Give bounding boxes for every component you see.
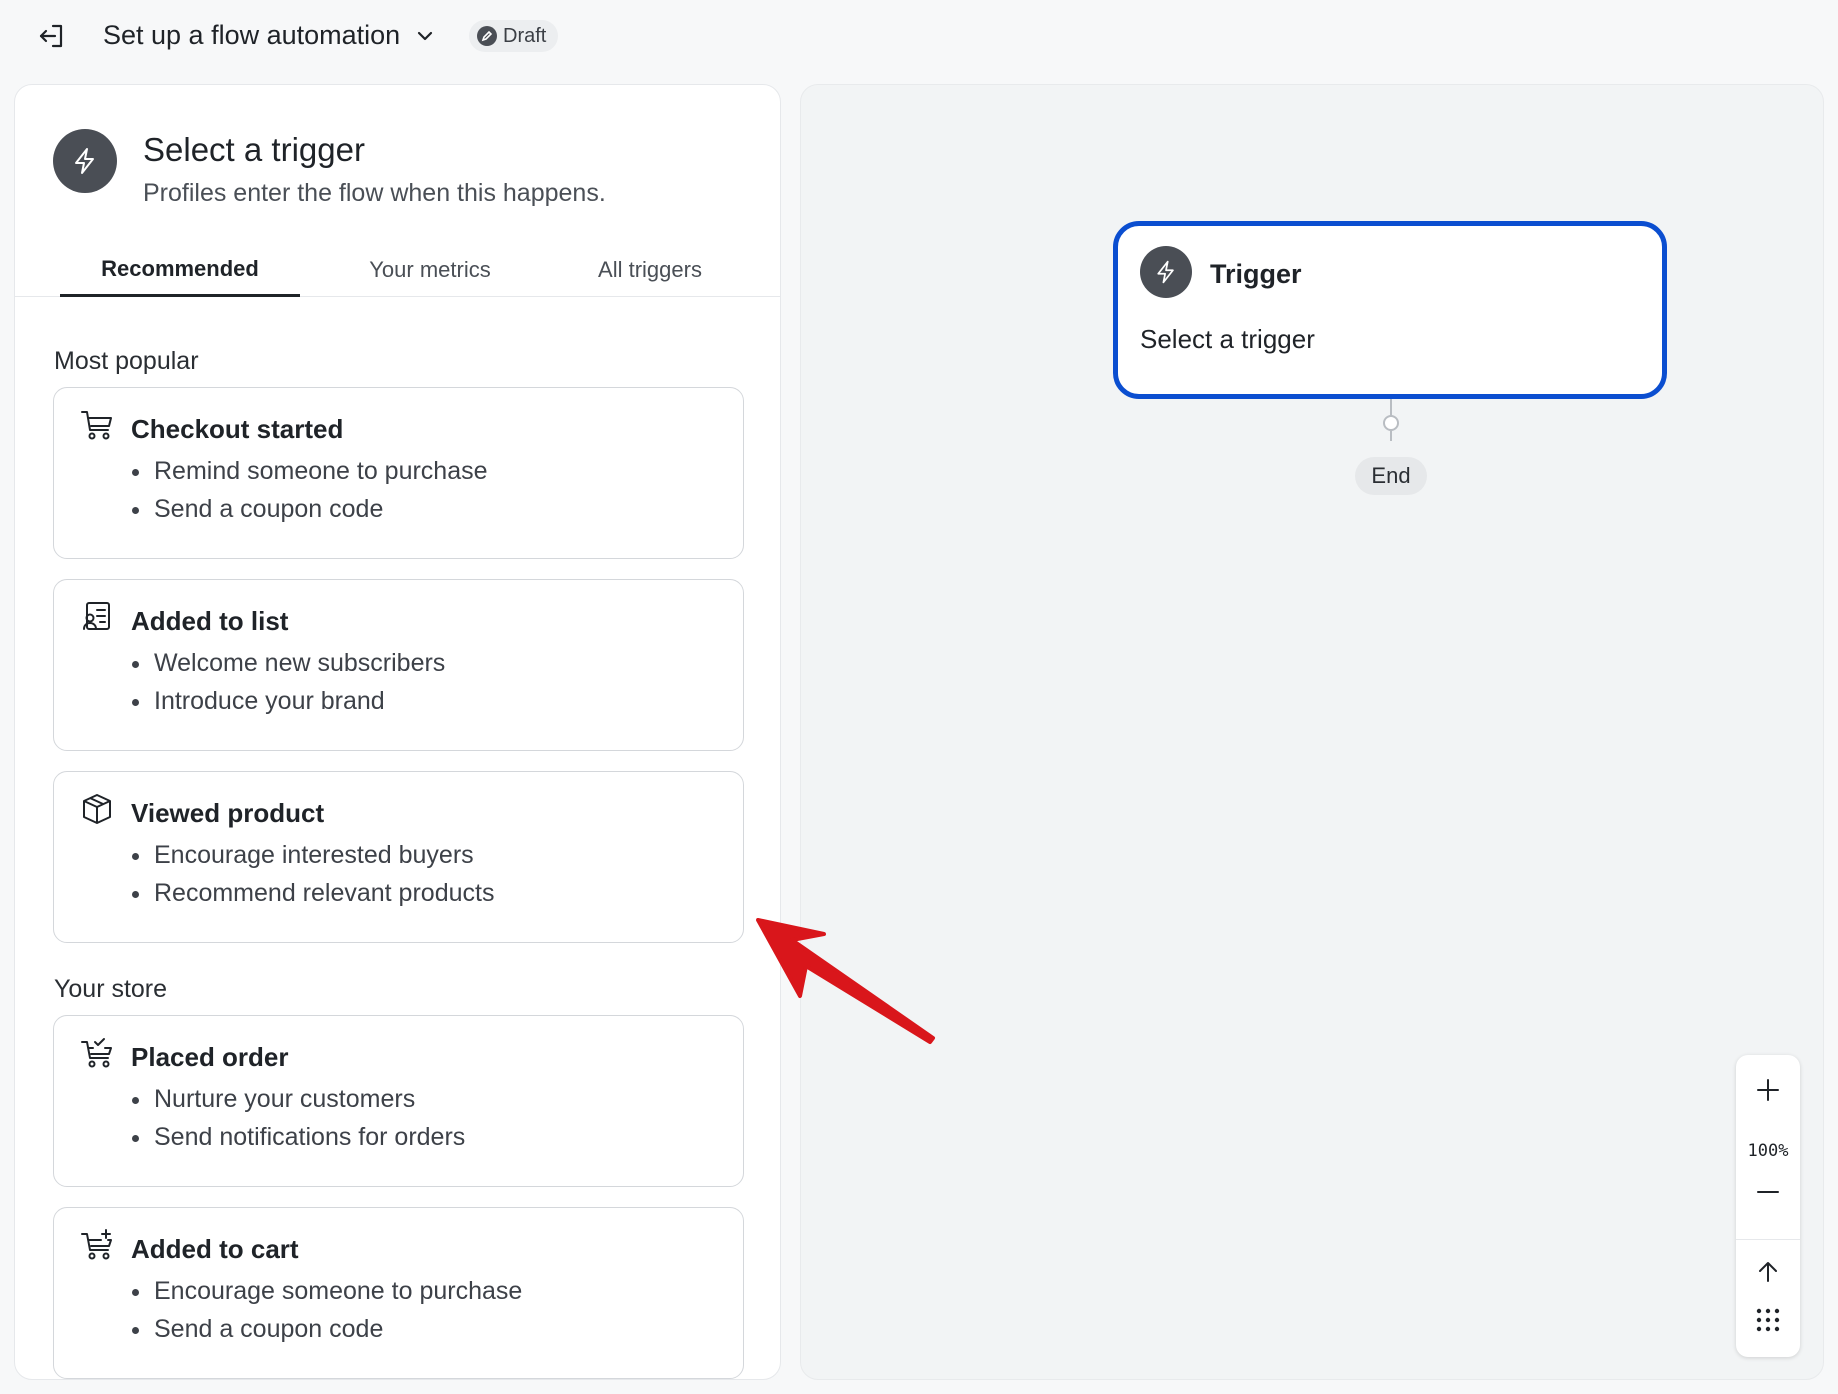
status-label: Draft xyxy=(503,24,547,47)
flow-title: Set up a flow automation xyxy=(103,20,401,50)
list-contact-icon xyxy=(83,602,110,630)
box-icon xyxy=(83,794,111,824)
card-bullets: Welcome new subscribers Introduce your b… xyxy=(131,644,445,720)
lightning-bolt-icon xyxy=(1140,246,1192,298)
cart-check-icon xyxy=(81,1038,112,1068)
list-item: Recommend relevant products xyxy=(131,874,494,912)
list-item: Remind someone to purchase xyxy=(132,452,488,490)
trigger-card-added-to-list[interactable]: Added to list Welcome new subscribers In… xyxy=(53,579,744,751)
exit-icon[interactable] xyxy=(36,18,68,54)
tab-all-triggers[interactable]: All triggers xyxy=(555,243,745,297)
card-bullets: Encourage interested buyers Recommend re… xyxy=(131,836,494,912)
top-bar: Set up a flow automation Draft xyxy=(0,0,1838,72)
trigger-card-placed-order[interactable]: Placed order Nurture your customers Send… xyxy=(53,1015,744,1187)
list-item: Send a coupon code xyxy=(131,1310,522,1348)
cart-icon xyxy=(81,411,112,440)
card-bullets: Encourage someone to purchase Send a cou… xyxy=(131,1272,522,1348)
list-item: Welcome new subscribers xyxy=(131,644,445,682)
trigger-node-subtitle: Select a trigger xyxy=(1140,324,1315,354)
grid-dots-icon[interactable] xyxy=(1736,1295,1800,1345)
arrow-up-icon[interactable] xyxy=(1736,1247,1800,1297)
card-title: Added to cart xyxy=(131,1234,299,1264)
section-label-your-store: Your store xyxy=(54,975,168,1003)
cart-plus-icon xyxy=(81,1229,112,1260)
panel-title: Select a trigger xyxy=(143,131,365,168)
lightning-bolt-icon xyxy=(53,129,117,193)
tab-recommended[interactable]: Recommended xyxy=(60,243,300,297)
trigger-card-added-to-cart[interactable]: Added to cart Encourage someone to purch… xyxy=(53,1207,744,1379)
trigger-card-viewed-product[interactable]: Viewed product Encourage interested buye… xyxy=(53,771,744,943)
trigger-selection-panel: Select a trigger Profiles enter the flow… xyxy=(14,84,781,1380)
list-item: Send notifications for orders xyxy=(131,1118,465,1156)
chevron-down-icon xyxy=(418,31,433,40)
list-item: Encourage someone to purchase xyxy=(131,1272,522,1310)
trigger-node[interactable]: Trigger Select a trigger xyxy=(1113,221,1667,399)
list-item: Encourage interested buyers xyxy=(131,836,494,874)
zoom-level: 100% xyxy=(1747,1141,1789,1161)
section-label-most-popular: Most popular xyxy=(54,347,199,375)
zoom-out-icon[interactable] xyxy=(1736,1167,1800,1217)
annotation-arrow-icon xyxy=(756,918,935,1044)
trigger-node-title: Trigger xyxy=(1210,259,1302,289)
card-title: Viewed product xyxy=(131,798,325,828)
end-node: End xyxy=(1355,457,1427,495)
card-bullets: Nurture your customers Send notification… xyxy=(131,1080,465,1156)
card-title: Checkout started xyxy=(131,414,344,444)
tab-your-metrics[interactable]: Your metrics xyxy=(330,243,530,297)
card-title: Added to list xyxy=(131,606,289,636)
card-title: Placed order xyxy=(131,1042,289,1072)
flow-title-dropdown[interactable]: Set up a flow automation xyxy=(103,20,436,51)
zoom-controls: 100% xyxy=(1736,1055,1800,1357)
flow-canvas[interactable]: Trigger Select a trigger End 100% xyxy=(800,84,1824,1380)
list-item: Send a coupon code xyxy=(132,490,488,528)
panel-header: Select a trigger Profiles enter the flow… xyxy=(53,129,606,208)
pencil-icon xyxy=(477,26,497,46)
list-item: Introduce your brand xyxy=(131,682,445,720)
panel-subtitle: Profiles enter the flow when this happen… xyxy=(143,179,606,207)
status-badge: Draft xyxy=(469,20,559,52)
list-item: Nurture your customers xyxy=(131,1080,465,1118)
card-bullets: Remind someone to purchase Send a coupon… xyxy=(132,452,488,528)
divider xyxy=(1736,1239,1800,1240)
trigger-card-checkout-started[interactable]: Checkout started Remind someone to purch… xyxy=(53,387,744,559)
trigger-tabs: Recommended Your metrics All triggers xyxy=(15,243,780,297)
connector-dot xyxy=(1383,415,1399,431)
zoom-in-icon[interactable] xyxy=(1736,1065,1800,1115)
